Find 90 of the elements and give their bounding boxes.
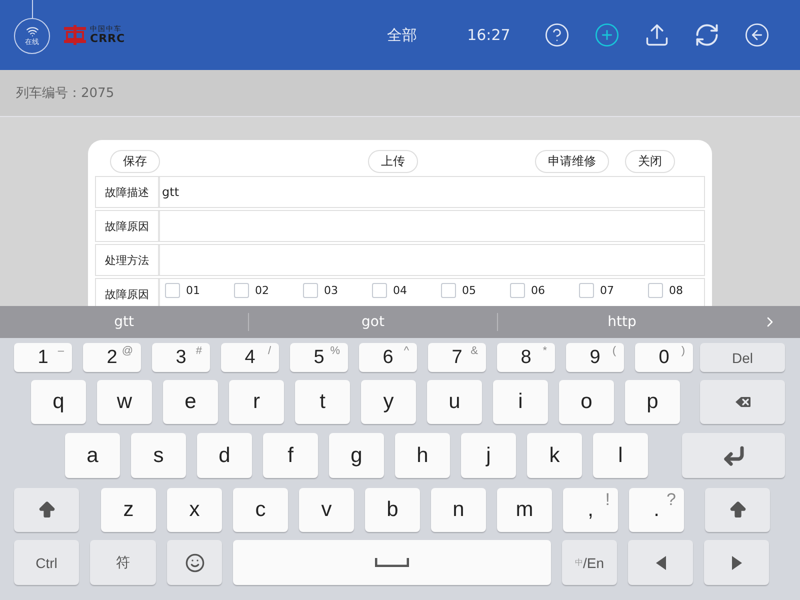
letter-key[interactable]: p xyxy=(625,380,680,424)
shift-key[interactable] xyxy=(14,488,79,532)
shift-key[interactable] xyxy=(705,488,770,532)
dialog-button[interactable]: 关闭 xyxy=(625,150,675,172)
letter-key[interactable]: b xyxy=(365,488,420,532)
letter-key[interactable]: j xyxy=(461,433,516,478)
letter-key[interactable]: o xyxy=(559,380,614,424)
letter-key[interactable]: . ? xyxy=(629,488,684,532)
letter-key[interactable]: d xyxy=(197,433,252,478)
back-icon xyxy=(744,22,770,48)
checkbox-label: 03 xyxy=(324,284,338,297)
help-button[interactable] xyxy=(544,22,570,48)
dialog-button[interactable]: 上传 xyxy=(368,150,418,172)
letter-key[interactable]: n xyxy=(431,488,486,532)
back-button[interactable] xyxy=(744,22,770,48)
checkbox-label: 02 xyxy=(255,284,269,297)
digit-key[interactable]: 8 * xyxy=(497,343,555,372)
dialog-button[interactable]: 保存 xyxy=(110,150,160,172)
letter-key[interactable]: z xyxy=(101,488,156,532)
checkbox[interactable] xyxy=(372,283,387,298)
letter-key[interactable]: q xyxy=(31,380,86,424)
checkbox[interactable] xyxy=(648,283,663,298)
digit-key[interactable]: 3 # xyxy=(152,343,210,372)
letter-key[interactable]: y xyxy=(361,380,416,424)
letter-key[interactable]: w xyxy=(97,380,152,424)
checkbox[interactable] xyxy=(510,283,525,298)
clock-time: 16:27 xyxy=(467,26,510,44)
delete-key[interactable]: Del xyxy=(700,343,785,372)
digit-key[interactable]: 2 @ xyxy=(83,343,141,372)
letter-key[interactable]: u xyxy=(427,380,482,424)
help-icon xyxy=(544,22,570,48)
digit-key[interactable]: 1 – xyxy=(14,343,72,372)
checkbox-label: 07 xyxy=(600,284,614,297)
checkbox[interactable] xyxy=(579,283,594,298)
letter-key[interactable]: l xyxy=(593,433,648,478)
digit-key[interactable]: 5 % xyxy=(290,343,348,372)
add-icon xyxy=(594,22,620,48)
symbol-key[interactable]: 符 xyxy=(90,540,156,585)
letter-key[interactable]: h xyxy=(395,433,450,478)
checkbox-label: 05 xyxy=(462,284,476,297)
shift-icon xyxy=(728,500,748,520)
upload-icon xyxy=(644,22,670,48)
letter-key[interactable]: f xyxy=(263,433,318,478)
checkbox[interactable] xyxy=(441,283,456,298)
letter-key[interactable]: x xyxy=(167,488,222,532)
letter-key[interactable]: t xyxy=(295,380,350,424)
checkbox-label: 04 xyxy=(393,284,407,297)
upload-button[interactable] xyxy=(644,22,670,48)
checkbox[interactable] xyxy=(234,283,249,298)
digit-key[interactable]: 9 ( xyxy=(566,343,624,372)
checkbox[interactable] xyxy=(165,283,180,298)
letter-key[interactable]: c xyxy=(233,488,288,532)
space-icon xyxy=(375,558,409,567)
refresh-button[interactable] xyxy=(694,22,720,48)
backspace-key[interactable] xyxy=(700,380,785,424)
emoji-icon xyxy=(184,552,204,572)
digit-key[interactable]: 4 / xyxy=(221,343,279,372)
letter-key[interactable]: i xyxy=(493,380,548,424)
left-triangle-icon xyxy=(656,556,666,570)
letter-key[interactable]: s xyxy=(131,433,186,478)
digit-key[interactable]: 7 & xyxy=(428,343,486,372)
checkbox[interactable] xyxy=(303,283,318,298)
train-number: 列车编号：2075 xyxy=(16,85,114,102)
shift-icon xyxy=(36,500,56,520)
enter-key[interactable] xyxy=(682,433,785,478)
filter-label[interactable]: 全部 xyxy=(387,26,418,44)
logo-icon xyxy=(64,25,86,45)
add-button[interactable] xyxy=(594,22,620,48)
letter-key[interactable]: e xyxy=(163,380,218,424)
logo-text: CRRC xyxy=(90,33,126,44)
letter-key[interactable]: r xyxy=(229,380,284,424)
letter-key[interactable]: g xyxy=(329,433,384,478)
letter-key[interactable]: k xyxy=(527,433,582,478)
enter-icon xyxy=(722,444,746,468)
digit-key[interactable]: 0 ) xyxy=(635,343,693,372)
letter-key[interactable]: m xyxy=(497,488,552,532)
refresh-icon xyxy=(694,22,720,48)
letter-key[interactable]: , ! xyxy=(563,488,618,532)
ctrl-key[interactable]: Ctrl xyxy=(14,540,79,585)
checkbox-label: 01 xyxy=(186,284,200,297)
dialog-button[interactable]: 申请维修 xyxy=(535,150,609,172)
checkbox-label: 08 xyxy=(669,284,683,297)
digit-key[interactable]: 6 ^ xyxy=(359,343,417,372)
checkbox-label: 06 xyxy=(531,284,545,297)
right-triangle-icon xyxy=(732,556,742,570)
letter-key[interactable]: a xyxy=(65,433,120,478)
right-key[interactable] xyxy=(704,540,769,585)
letter-key[interactable]: v xyxy=(299,488,354,532)
emoji-key[interactable] xyxy=(167,540,222,585)
left-key[interactable] xyxy=(628,540,693,585)
